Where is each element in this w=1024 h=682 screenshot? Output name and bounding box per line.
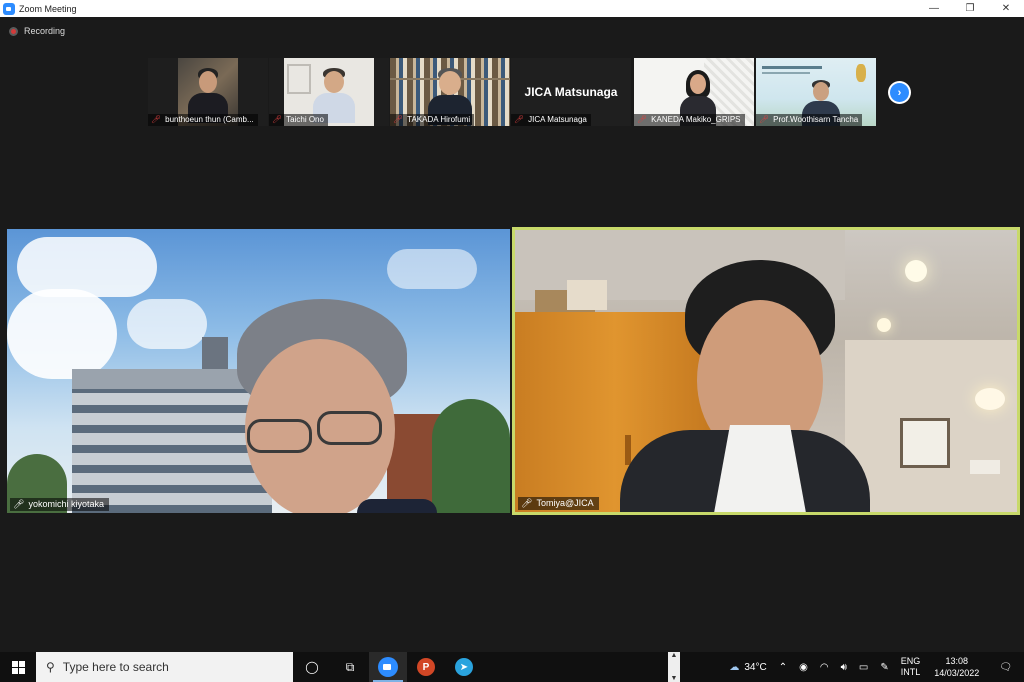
camera-status-button[interactable]: ◉ [793,662,814,673]
caret-up-icon: ⌃ [778,661,788,673]
taskbar-powerpoint-app[interactable]: P [407,652,445,682]
zoom-logo-icon [3,2,15,15]
meeting-area: Recording 🎤︎ bunthoeun thun (Camb... 🎤︎ … [0,17,1024,652]
participant-name-label: 🎤︎ yokomichi kiyotaka [10,498,109,511]
battery-button[interactable]: ▭ [853,662,874,673]
taskbar-telegram-app[interactable]: ➤ [445,652,483,682]
clock-time: 13:08 [945,656,969,666]
participant-thumbnail[interactable]: JICA Matsunaga 🎤︎ JICA Matsunaga [511,58,631,126]
mic-icon: 🎤︎ [521,498,533,508]
window-title: Zoom Meeting [19,3,77,14]
next-page-button[interactable]: › [888,81,911,104]
keyboard-layout: INTL [900,667,921,677]
minimize-button[interactable]: — [916,0,952,17]
participant-name-label: 🎤︎ JICA Matsunaga [511,114,591,126]
muted-mic-icon: 🎤︎ [514,115,525,124]
cortana-circle-icon: ◯ [305,660,319,674]
muted-mic-icon: 🎤︎ [151,115,162,124]
muted-mic-icon: 🎤︎ [759,115,770,124]
task-view-button[interactable]: ⧉ [331,652,369,682]
weather-widget[interactable]: ☁ 34°C [723,662,772,673]
participant-display-name: JICA Matsunaga [524,85,618,99]
restore-button[interactable]: ❐ [952,0,988,17]
show-hidden-icons-button[interactable]: ⌃ [773,662,793,673]
language-code: ENG [900,656,921,666]
zoom-app-icon [378,657,398,677]
muted-mic-icon: 🎤︎ [637,115,648,124]
notifications-button[interactable]: 🗨︎ [987,662,1024,673]
taskbar-zoom-app[interactable] [369,652,407,682]
video-tile[interactable]: 🎤︎ yokomichi kiyotaka [7,229,510,513]
camera-icon: ◉ [799,661,808,673]
participant-name-label: 🎤︎ Tomiya@JICA [518,497,599,510]
telegram-icon: ➤ [455,658,473,676]
taskbar-scroll-handle[interactable]: ▲ ▼ [668,652,680,682]
recording-indicator[interactable]: Recording [9,26,65,36]
cortana-button[interactable]: ◯ [293,652,331,682]
participant-name-label: 🎤︎ TAKADA Hirofumi [390,114,475,126]
participant-name-label: 🎤︎ KANEDA Makiko_GRIPS [634,114,745,126]
participant-name-label: 🎤︎ Prof.Woothisarn Tancha [756,114,863,126]
weather-temperature: 34°C [744,661,767,673]
notification-icon: 🗨︎ [999,661,1012,673]
pen-button[interactable]: ✎ [874,662,894,673]
recording-label: Recording [24,26,66,36]
chevron-down-icon: ▼ [670,675,678,682]
system-tray: ☁ 34°C ⌃ ◉ ◠ 🔊︎ ▭ ✎ ENG INTL 13:08 14/03… [723,652,1024,682]
pen-icon: ✎ [880,661,889,673]
network-button[interactable]: ◠ [814,662,835,673]
search-icon: ⚲ [46,660,55,674]
title-bar: Zoom Meeting — ❐ ✕ [0,0,1024,17]
powerpoint-icon: P [417,658,435,676]
input-language-button[interactable]: ENG INTL [895,656,927,678]
muted-mic-icon: 🎤︎ [272,115,283,124]
mic-icon: 🎤︎ [13,499,25,509]
task-view-icon: ⧉ [345,659,355,674]
participant-thumbnail[interactable]: 🎤︎ bunthoeun thun (Camb... [148,58,268,126]
participant-thumbnail[interactable]: 🎤︎ Prof.Woothisarn Tancha [756,58,876,126]
clock-button[interactable]: 13:08 14/03/2022 [926,655,987,679]
cloud-icon: ☁ [729,661,740,673]
active-speaker-tile[interactable]: 🎤︎ Tomiya@JICA [512,227,1020,515]
participant-name-label: 🎤︎ Taichi Ono [269,114,328,126]
participant-thumbnail[interactable]: 🎤︎ TAKADA Hirofumi [390,58,510,126]
windows-taskbar: ⚲ Type here to search ◯ ⧉ P ➤ ▲ ▼ ☁ 34°C… [0,652,1024,682]
wifi-icon: ◠ [819,661,829,673]
participant-name-label: 🎤︎ bunthoeun thun (Camb... [148,114,258,126]
zoom-window: Zoom Meeting — ❐ ✕ Recording 🎤︎ bunthoeu… [0,0,1024,682]
volume-button[interactable]: 🔊︎ [835,662,853,673]
muted-mic-icon: 🎤︎ [393,115,404,124]
search-placeholder: Type here to search [62,660,169,674]
close-button[interactable]: ✕ [988,0,1024,17]
participant-thumbnail[interactable]: 🎤︎ Taichi Ono [269,58,389,126]
participant-thumbnail[interactable]: 🎤︎ KANEDA Makiko_GRIPS [634,58,754,126]
clock-date: 14/03/2022 [934,668,980,678]
chevron-up-icon: ▲ [670,652,678,659]
battery-icon: ▭ [858,661,869,673]
chevron-right-icon: › [890,83,909,102]
windows-logo-icon [11,660,25,674]
speaker-icon: 🔊︎ [840,661,847,673]
record-dot-icon [9,26,18,36]
start-button[interactable] [0,652,36,682]
taskbar-search-box[interactable]: ⚲ Type here to search [36,652,293,682]
